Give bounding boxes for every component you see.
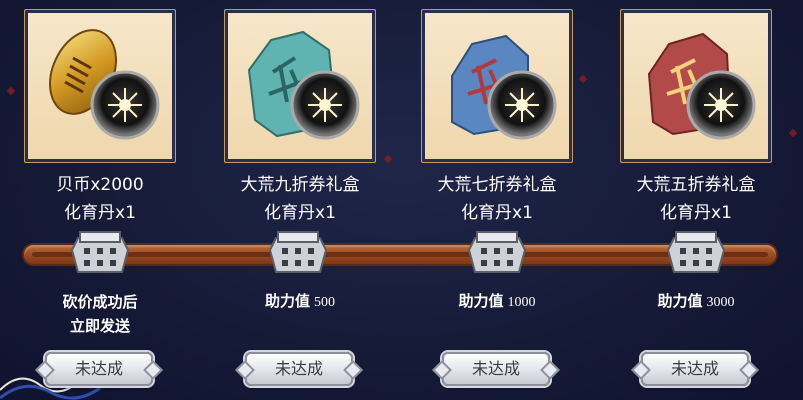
gold-shell-icon — [49, 29, 160, 140]
status-button[interactable]: 未达成 — [641, 352, 749, 386]
reward-card[interactable] — [224, 9, 376, 163]
reward-name: 大荒七折券礼盒 — [437, 175, 557, 195]
assist-value-label: 助力值 — [264, 292, 310, 310]
reward-note: 砍价成功后 立即发送 — [0, 290, 200, 338]
assist-value-number: 500 — [314, 295, 335, 310]
reward-note-line1: 砍价成功后 — [62, 293, 138, 311]
status-button[interactable]: 未达成 — [45, 352, 153, 386]
assist-value-label: 助力值 — [657, 292, 703, 310]
reward-bonus: 化育丹x1 — [264, 203, 336, 223]
reward-tier-4: 大荒五折券礼盒 化育丹x1 助力值 3000 未达成 — [596, 0, 796, 400]
silver-chest-icon — [70, 231, 130, 273]
reward-card[interactable] — [421, 9, 573, 163]
reward-tier-1: 贝币x2000 化育丹x1 砍价成功后 立即发送 未达成 — [0, 0, 200, 400]
reward-name: 贝币x2000 — [56, 175, 144, 195]
reward-tier-list: 贝币x2000 化育丹x1 砍价成功后 立即发送 未达成 大荒九折券礼盒 化育丹… — [0, 0, 803, 400]
reward-note-line2: 立即发送 — [69, 317, 130, 335]
assist-value-label: 助力值 — [458, 292, 504, 310]
assist-value: 助力值 500 — [200, 290, 400, 311]
status-button[interactable]: 未达成 — [442, 352, 550, 386]
silver-chest-icon — [467, 231, 527, 273]
reward-card[interactable] — [24, 9, 176, 163]
assist-value-number: 3000 — [706, 295, 735, 310]
assist-value-number: 1000 — [507, 295, 536, 310]
reward-tier-2: 大荒九折券礼盒 化育丹x1 助力值 500 未达成 — [200, 0, 400, 400]
reward-name: 大荒九折券礼盒 — [240, 175, 360, 195]
status-button[interactable]: 未达成 — [245, 352, 353, 386]
teal-rune-stone-icon — [247, 30, 360, 140]
progress-track — [22, 243, 778, 266]
assist-value: 助力值 3000 — [596, 290, 796, 311]
reward-tier-3: 大荒七折券礼盒 化育丹x1 助力值 1000 未达成 — [397, 0, 597, 400]
reward-bonus: 化育丹x1 — [461, 203, 533, 223]
reward-name: 大荒五折券礼盒 — [636, 175, 756, 195]
blue-rune-stone-icon — [451, 34, 557, 140]
reward-card[interactable] — [620, 9, 772, 163]
assist-value: 助力值 1000 — [397, 290, 597, 311]
progress-track-inner — [32, 252, 768, 257]
red-rune-stone-icon — [647, 32, 756, 140]
silver-chest-icon — [268, 231, 328, 273]
reward-bonus: 化育丹x1 — [660, 203, 732, 223]
silver-chest-icon — [666, 231, 726, 273]
reward-bonus: 化育丹x1 — [64, 203, 136, 223]
